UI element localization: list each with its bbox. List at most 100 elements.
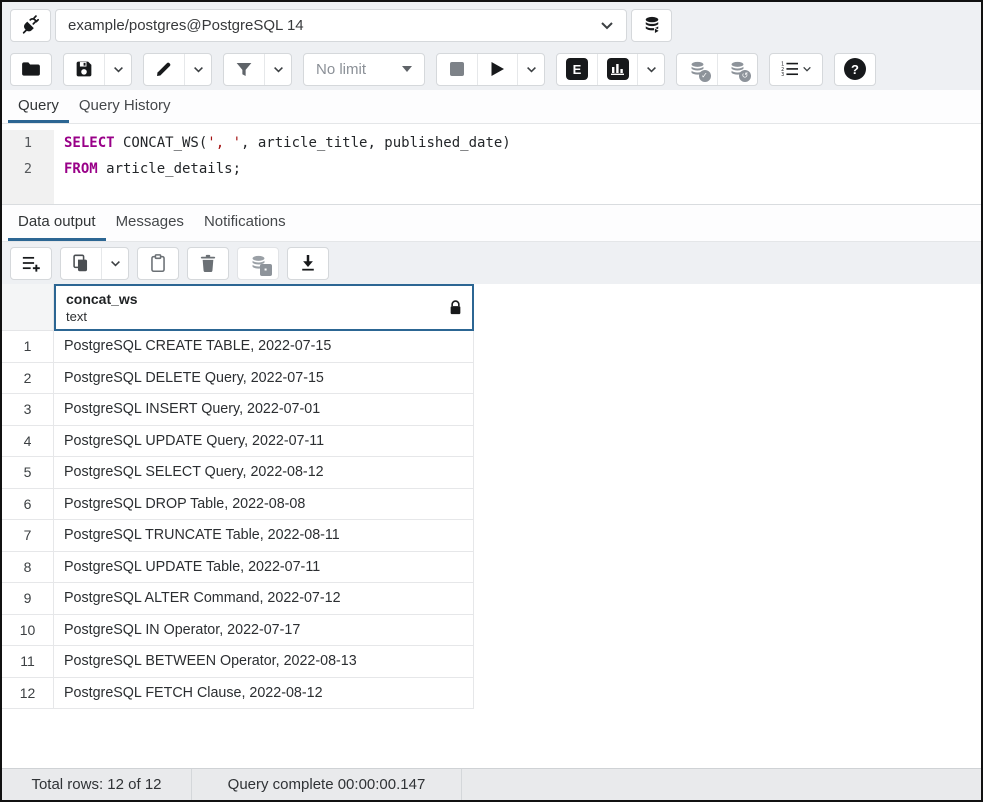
chevron-down-icon <box>526 66 537 73</box>
funnel-icon <box>235 61 253 78</box>
row-limit-value: No limit <box>316 61 366 78</box>
svg-text:3: 3 <box>781 72 784 77</box>
download-button[interactable] <box>288 248 328 279</box>
result-grid: concat_ws text 1PostgreSQL CREATE TABLE,… <box>2 284 981 768</box>
tab-messages[interactable]: Messages <box>106 205 194 241</box>
output-tabs: Data output Messages Notifications <box>2 204 981 242</box>
add-row-button[interactable] <box>11 248 51 279</box>
database-check-icon: ✓ <box>688 60 707 79</box>
explain-button[interactable]: E <box>557 54 597 85</box>
cell-value[interactable]: PostgreSQL ALTER Command, 2022-07-12 <box>54 583 474 615</box>
open-file-button[interactable] <box>11 54 51 85</box>
table-row: 9PostgreSQL ALTER Command, 2022-07-12 <box>2 583 474 615</box>
row-number[interactable]: 8 <box>2 552 54 584</box>
plug-icon <box>20 14 42 36</box>
row-number[interactable]: 7 <box>2 520 54 552</box>
row-number[interactable]: 11 <box>2 646 54 678</box>
table-row: 1PostgreSQL CREATE TABLE, 2022-07-15 <box>2 331 474 363</box>
connection-select-value: example/postgres@PostgreSQL 14 <box>68 17 304 34</box>
editor-tabs: Query Query History <box>2 90 981 124</box>
commit-button[interactable]: ✓ <box>677 54 717 85</box>
column-type: text <box>66 309 138 325</box>
padlock-icon <box>449 300 462 315</box>
cell-value[interactable]: PostgreSQL UPDATE Query, 2022-07-11 <box>54 426 474 458</box>
execute-dropdown-button[interactable] <box>517 54 544 85</box>
row-number[interactable]: 4 <box>2 426 54 458</box>
paste-button[interactable] <box>138 248 178 279</box>
filter-button[interactable] <box>224 54 264 85</box>
cell-value[interactable]: PostgreSQL DELETE Query, 2022-07-15 <box>54 363 474 395</box>
database-undo-icon: ↺ <box>728 60 747 79</box>
edit-dropdown-button[interactable] <box>184 54 211 85</box>
check-badge: ✓ <box>699 70 711 82</box>
status-bar: Total rows: 12 of 12 Query complete 00:0… <box>2 768 981 800</box>
chevron-down-icon <box>273 66 284 73</box>
save-dropdown-button[interactable] <box>104 54 131 85</box>
lines-plus-icon <box>22 254 41 272</box>
tab-data-output[interactable]: Data output <box>8 205 106 241</box>
table-row: 8PostgreSQL UPDATE Table, 2022-07-11 <box>2 552 474 584</box>
cell-value[interactable]: PostgreSQL DROP Table, 2022-08-08 <box>54 489 474 521</box>
row-number[interactable]: 9 <box>2 583 54 615</box>
caret-down-icon <box>402 66 412 72</box>
cell-value[interactable]: PostgreSQL UPDATE Table, 2022-07-11 <box>54 552 474 584</box>
select-all-corner[interactable] <box>2 284 54 331</box>
code-line[interactable]: 1SELECT CONCAT_WS(', ', article_title, p… <box>2 130 981 156</box>
svg-text:2: 2 <box>781 67 784 73</box>
code-line[interactable]: 2FROM article_details; <box>2 156 981 182</box>
row-number[interactable]: 6 <box>2 489 54 521</box>
table-row: 2PostgreSQL DELETE Query, 2022-07-15 <box>2 363 474 395</box>
code-text: SELECT CONCAT_WS(', ', article_title, pu… <box>54 130 511 156</box>
explain-analyze-button[interactable] <box>597 54 637 85</box>
cell-value[interactable]: PostgreSQL INSERT Query, 2022-07-01 <box>54 394 474 426</box>
stop-button[interactable] <box>437 54 477 85</box>
table-row: 12PostgreSQL FETCH Clause, 2022-08-12 <box>2 678 474 710</box>
ordered-list-icon: 123 <box>781 61 799 77</box>
cell-value[interactable]: PostgreSQL SELECT Query, 2022-08-12 <box>54 457 474 489</box>
database-arrow-icon <box>642 15 662 35</box>
cell-value[interactable]: PostgreSQL CREATE TABLE, 2022-07-15 <box>54 331 474 363</box>
download-icon <box>300 254 316 272</box>
query-tool-window: example/postgres@PostgreSQL 14 <box>0 0 983 802</box>
save-data-changes-button[interactable]: ▪ <box>238 248 278 279</box>
row-number[interactable]: 10 <box>2 615 54 647</box>
save-button[interactable] <box>64 54 104 85</box>
folder-icon <box>21 61 41 77</box>
data-output-toolbar: ▪ <box>2 242 981 284</box>
rollback-button[interactable]: ↺ <box>717 54 757 85</box>
table-row: 3PostgreSQL INSERT Query, 2022-07-01 <box>2 394 474 426</box>
tab-query-history[interactable]: Query History <box>69 90 181 123</box>
row-number[interactable]: 3 <box>2 394 54 426</box>
row-number[interactable]: 5 <box>2 457 54 489</box>
tab-notifications[interactable]: Notifications <box>194 205 296 241</box>
cell-value[interactable]: PostgreSQL TRUNCATE Table, 2022-08-11 <box>54 520 474 552</box>
cell-value[interactable]: PostgreSQL IN Operator, 2022-07-17 <box>54 615 474 647</box>
copy-dropdown-button[interactable] <box>101 248 128 279</box>
row-number[interactable]: 1 <box>2 331 54 363</box>
chevron-down-icon <box>113 66 124 73</box>
connection-status-button[interactable] <box>10 9 51 42</box>
undo-badge: ↺ <box>739 70 751 82</box>
help-button[interactable]: ? <box>835 54 875 85</box>
column-header-concat-ws[interactable]: concat_ws text <box>54 284 474 331</box>
cell-value[interactable]: PostgreSQL BETWEEN Operator, 2022-08-13 <box>54 646 474 678</box>
code-text: FROM article_details; <box>54 156 241 182</box>
edit-button[interactable] <box>144 54 184 85</box>
row-limit-select[interactable]: No limit <box>303 53 425 86</box>
copy-button[interactable] <box>61 248 101 279</box>
filter-dropdown-button[interactable] <box>264 54 291 85</box>
sql-editor[interactable]: 1SELECT CONCAT_WS(', ', article_title, p… <box>2 124 981 204</box>
tab-query[interactable]: Query <box>8 90 69 123</box>
connection-select[interactable]: example/postgres@PostgreSQL 14 <box>55 9 627 42</box>
table-row: 6PostgreSQL DROP Table, 2022-08-08 <box>2 489 474 521</box>
delete-row-button[interactable] <box>188 248 228 279</box>
explain-dropdown-button[interactable] <box>637 54 664 85</box>
trash-icon <box>200 254 216 272</box>
cell-value[interactable]: PostgreSQL FETCH Clause, 2022-08-12 <box>54 678 474 710</box>
macros-button[interactable]: 123 <box>770 54 822 85</box>
row-number[interactable]: 12 <box>2 678 54 710</box>
table-row: 5PostgreSQL SELECT Query, 2022-08-12 <box>2 457 474 489</box>
row-number[interactable]: 2 <box>2 363 54 395</box>
execute-button[interactable] <box>477 54 517 85</box>
new-connection-button[interactable] <box>631 9 672 42</box>
